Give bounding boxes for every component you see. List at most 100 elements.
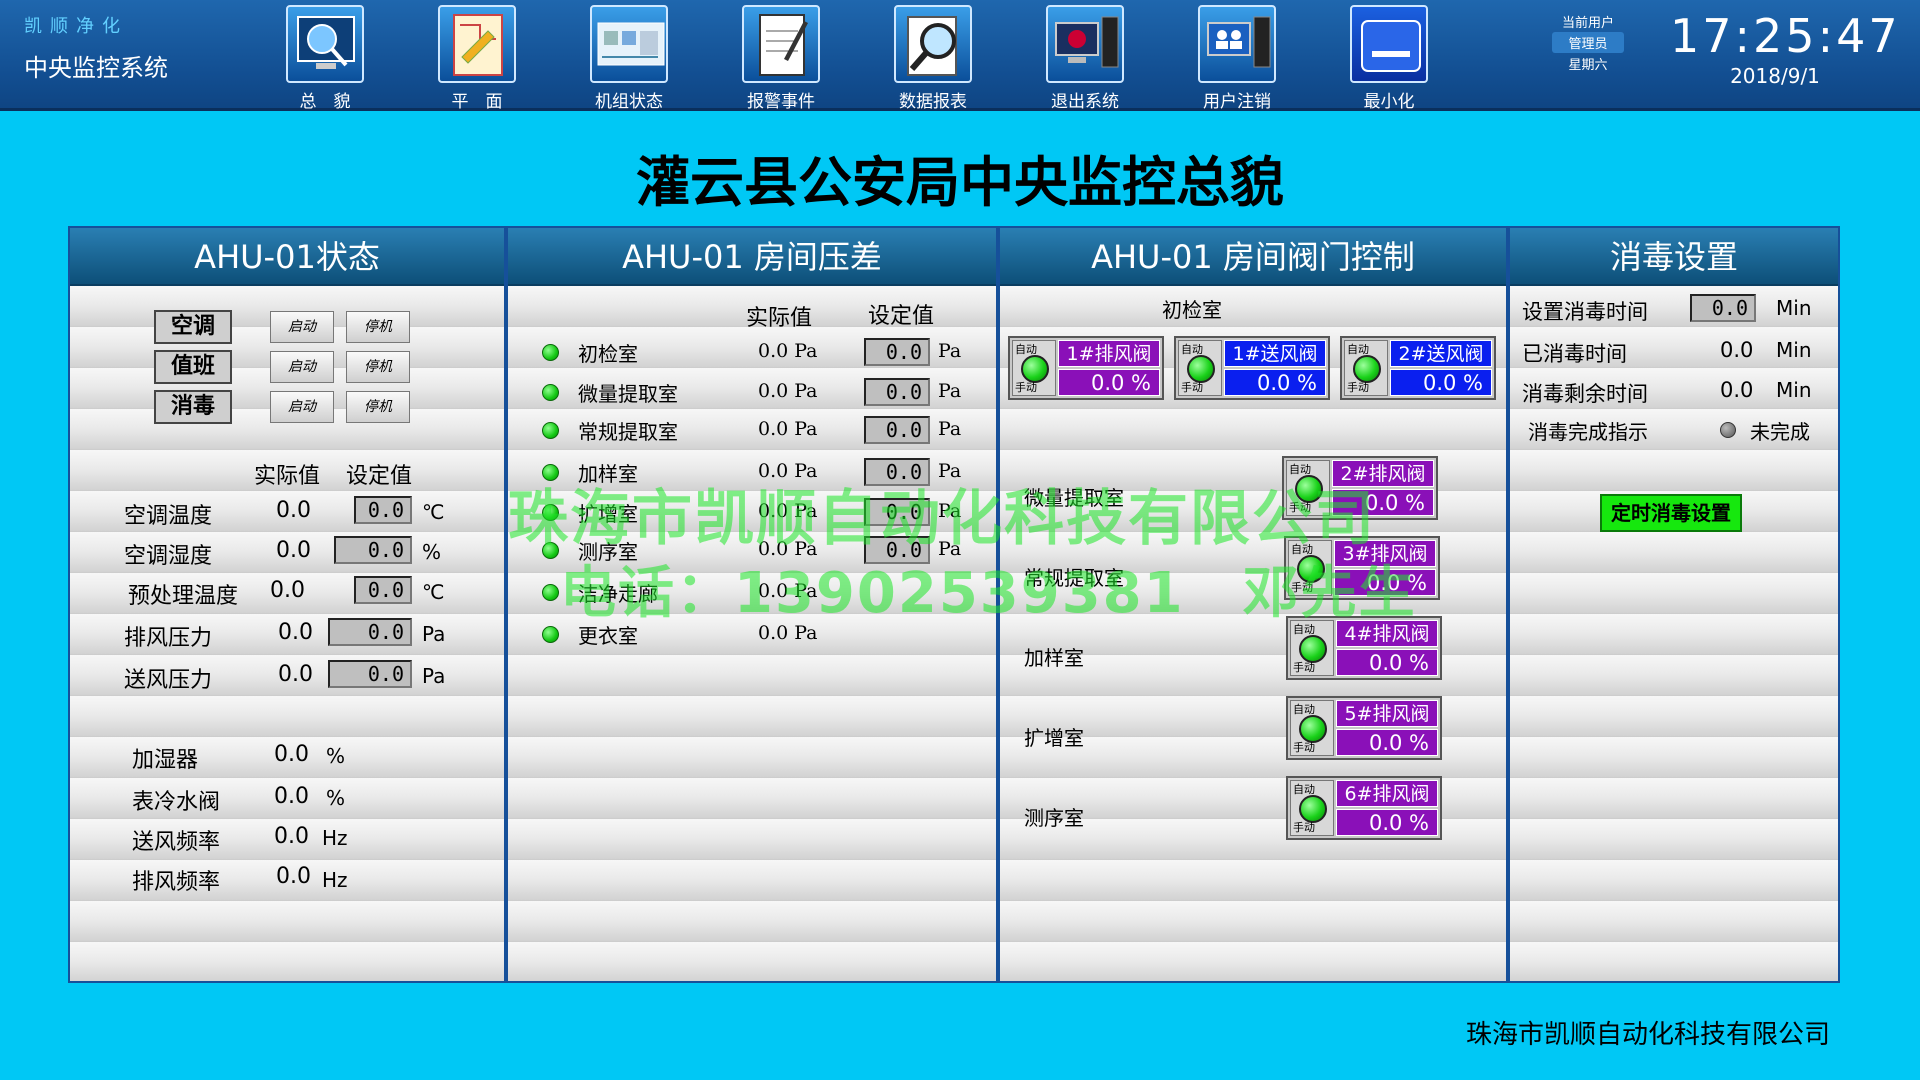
clock-date: 2018/9/1 (1730, 64, 1820, 88)
valve-control[interactable]: 自动 手动 2#送风阀 0.0 % (1340, 336, 1496, 400)
room-status-indicator (542, 584, 559, 601)
room-name: 微量提取室 (578, 382, 678, 406)
elapsed-time-label: 已消毒时间 (1522, 342, 1627, 366)
elapsed-time-value: 0.0 (1720, 338, 1754, 362)
nav-overview-label: 总 貌 (299, 92, 351, 112)
room-name: 测序室 (1024, 806, 1084, 830)
reading-unit: % (326, 744, 346, 768)
ac-start-button[interactable]: 启动 (270, 311, 334, 343)
room-unit: Pa (938, 418, 962, 440)
room-name: 初检室 (578, 342, 638, 366)
param-setpoint-input[interactable]: 0.0 (328, 618, 412, 646)
room-status-indicator (542, 422, 559, 439)
param-actual: 0.0 (270, 578, 305, 603)
nav-minimize-label: 最小化 (1363, 92, 1415, 112)
param-setpoint-input[interactable]: 0.0 (334, 536, 412, 564)
room-actual: 0.0 Pa (758, 380, 818, 402)
room-status-indicator (542, 344, 559, 361)
manual-label: 手动 (1293, 821, 1315, 834)
brand-subtitle: 凯顺净化 (24, 16, 128, 37)
floor-plan-icon (438, 5, 516, 83)
nav-exit-label: 退出系统 (1051, 92, 1119, 112)
remaining-time-value: 0.0 (1720, 378, 1754, 402)
reading-label: 加湿器 (132, 748, 199, 773)
auto-manual-switch[interactable]: 自动 手动 (1012, 340, 1056, 396)
user-logout-icon (1198, 5, 1276, 83)
completion-label: 消毒完成指示 (1528, 420, 1648, 444)
nav-alarm-button[interactable]: 报警事件 (726, 5, 836, 112)
completion-status: 未完成 (1750, 420, 1810, 444)
param-setpoint-input[interactable]: 0.0 (354, 496, 412, 524)
valve-control[interactable]: 自动 手动 6#排风阀 0.0 % (1286, 776, 1442, 840)
valve-control[interactable]: 自动 手动 5#排风阀 0.0 % (1286, 696, 1442, 760)
valve-opening[interactable]: 0.0 % (1336, 649, 1438, 676)
duty-start-button[interactable]: 启动 (270, 351, 334, 383)
nav-report-button[interactable]: 数据报表 (878, 5, 988, 112)
reading-value: 0.0 (274, 742, 309, 767)
valve-control[interactable]: 自动 手动 1#排风阀 0.0 % (1008, 336, 1164, 400)
reading-value: 0.0 (274, 784, 309, 809)
auto-manual-switch[interactable]: 自动 手动 (1178, 340, 1222, 396)
param-unit: ℃ (422, 500, 445, 524)
completion-indicator (1720, 422, 1736, 438)
valve-name: 2#送风阀 (1390, 340, 1492, 367)
param-label: 空调湿度 (124, 544, 213, 569)
param-label: 送风压力 (124, 668, 213, 693)
valve-control[interactable]: 自动 手动 1#送风阀 0.0 % (1174, 336, 1330, 400)
disinfect-control-label: 消毒 (154, 390, 232, 424)
valve-opening[interactable]: 0.0 % (1336, 809, 1438, 836)
disinfection-panel: 消毒设置 设置消毒时间 0.0 Min 已消毒时间 0.0 Min 消毒剩余时间… (1508, 226, 1840, 983)
watermark-company: 珠海市凯顺自动化科技有限公司 (508, 484, 1376, 554)
nav-logout-label: 用户注销 (1203, 92, 1271, 112)
valve-control-body: 初检室 自动 手动 1#排风阀 0.0 % 自动 手动 1#送风阀 0.0 % … (1000, 286, 1506, 981)
duty-stop-button[interactable]: 停机 (346, 351, 410, 383)
room-name: 常规提取室 (578, 420, 678, 444)
set-time-input[interactable]: 0.0 (1690, 294, 1756, 322)
nav-exit-button[interactable]: 退出系统 (1030, 5, 1140, 112)
exit-computer-icon (1046, 5, 1124, 83)
room-setpoint-input[interactable]: 0.0 (864, 378, 930, 406)
valve-opening[interactable]: 0.0 % (1390, 369, 1492, 396)
timed-disinfection-button[interactable]: 定时消毒设置 (1600, 494, 1742, 532)
room-setpoint-input[interactable]: 0.0 (864, 416, 930, 444)
param-setpoint-input[interactable]: 0.0 (328, 660, 412, 688)
magnifier-report-icon (894, 5, 972, 83)
set-time-label: 设置消毒时间 (1522, 300, 1648, 324)
room-unit: Pa (938, 380, 962, 402)
weekday: 星期六 (1568, 58, 1608, 73)
valve-name: 1#排风阀 (1058, 340, 1160, 367)
param-label: 预处理温度 (128, 584, 239, 609)
valve-control-title: AHU-01 房间阀门控制 (1000, 228, 1506, 286)
nav-unit-status-button[interactable]: 机组状态 (574, 5, 684, 112)
reading-unit: % (326, 786, 346, 810)
ac-stop-button[interactable]: 停机 (346, 311, 410, 343)
valve-opening[interactable]: 0.0 % (1336, 729, 1438, 756)
valve-opening[interactable]: 0.0 % (1058, 369, 1160, 396)
nav-report-label: 数据报表 (899, 92, 967, 112)
nav-logout-button[interactable]: 用户注销 (1182, 5, 1292, 112)
minimize-icon (1350, 5, 1428, 83)
param-setpoint-input[interactable]: 0.0 (354, 576, 412, 604)
auto-manual-switch[interactable]: 自动 手动 (1290, 780, 1334, 836)
remaining-time-label: 消毒剩余时间 (1522, 382, 1648, 406)
nav-minimize-button[interactable]: 最小化 (1334, 5, 1444, 112)
watermark-phone: 电话：13902539381 邓先生 (560, 561, 1417, 626)
room-name: 扩增室 (1024, 726, 1084, 750)
current-user: 当前用户 管理员 星期六 (1552, 12, 1624, 73)
room-setpoint-input[interactable]: 0.0 (864, 338, 930, 366)
auto-manual-switch[interactable]: 自动 手动 (1290, 700, 1334, 756)
ahu-status-body: 空调 启动 停机 值班 启动 停机 消毒 启动 停机 实际值 设定值 空调温度 … (70, 286, 504, 981)
valve-opening[interactable]: 0.0 % (1224, 369, 1326, 396)
room-status-indicator (542, 384, 559, 401)
room-name: 加样室 (1024, 646, 1084, 670)
system-title: 中央监控系统 (24, 54, 168, 82)
set-time-unit: Min (1776, 296, 1812, 320)
user-role: 管理员 (1552, 32, 1624, 53)
room-unit: Pa (938, 340, 962, 362)
disinfect-stop-button[interactable]: 停机 (346, 391, 410, 423)
nav-plan-button[interactable]: 平 面 (422, 5, 532, 112)
auto-manual-switch[interactable]: 自动 手动 (1344, 340, 1388, 396)
disinfect-start-button[interactable]: 启动 (270, 391, 334, 423)
nav-overview-button[interactable]: 总 貌 (270, 5, 380, 112)
valve-name: 6#排风阀 (1336, 780, 1438, 807)
